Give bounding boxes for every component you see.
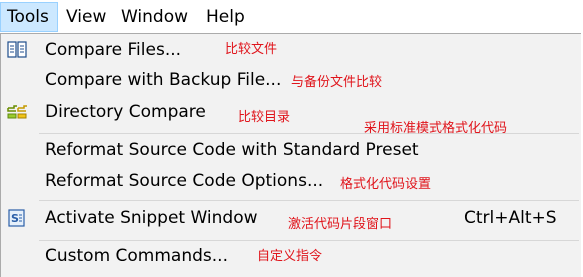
compare-files-icon — [7, 41, 27, 58]
menubar-tools[interactable]: Tools — [0, 2, 58, 32]
menu-item-label: Compare with Backup File... — [45, 70, 282, 90]
menu-item-label: Directory Compare — [45, 102, 206, 122]
annotation-directory-compare: 比较目录 — [238, 110, 291, 125]
menu-item-label: Compare Files... — [45, 40, 182, 60]
svg-text:S: S — [11, 212, 19, 225]
menu-item-label: Custom Commands... — [45, 246, 228, 266]
menubar-window[interactable]: Window — [115, 2, 194, 32]
annotation-compare-files: 比较文件 — [225, 42, 278, 57]
annotation-compare-backup: 与备份文件比较 — [291, 75, 383, 90]
snippet-window-icon: S — [8, 209, 25, 227]
annotation-reformat-standard: 采用标准模式格式化代码 — [364, 121, 508, 136]
menubar-view[interactable]: View — [60, 2, 112, 32]
annotation-reformat-options: 格式化代码设置 — [340, 177, 432, 192]
annotation-snippet-window: 激活代码片段窗口 — [288, 217, 393, 232]
annotation-custom-commands: 自定义指令 — [257, 249, 323, 264]
menu-item-reformat-standard[interactable]: Reformat Source Code with Standard Prese… — [1, 135, 582, 165]
menu-item-compare-files[interactable]: Compare Files... — [1, 35, 582, 65]
menubar-help[interactable]: Help — [200, 2, 251, 32]
tools-dropdown-menu: Compare Files... Compare with Backup Fil… — [0, 33, 581, 277]
menu-separator — [39, 200, 579, 201]
shortcut-label: Ctrl+Alt+S — [464, 208, 557, 228]
directory-compare-icon — [7, 105, 27, 119]
menu-item-label: Reformat Source Code Options... — [45, 171, 324, 191]
menu-item-label: Reformat Source Code with Standard Prese… — [45, 140, 419, 160]
menu-item-reformat-options[interactable]: Reformat Source Code Options... — [1, 166, 582, 196]
menu-bar: Tools View Window Help — [0, 0, 583, 34]
menu-item-label: Activate Snippet Window — [45, 208, 258, 228]
